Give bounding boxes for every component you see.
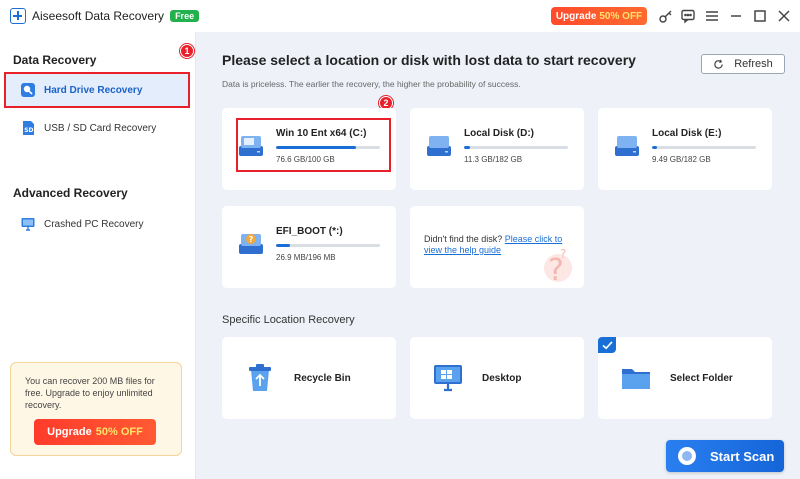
- disk-size: 11.3 GB/182 GB: [464, 155, 523, 164]
- promo-text: You can recover 200 MB files for free. U…: [25, 376, 155, 410]
- sidebar-item-label: USB / SD Card Recovery: [44, 122, 157, 134]
- sidebar-heading-data-recovery: Data Recovery: [13, 53, 97, 67]
- disk-name: Local Disk (E:): [652, 128, 722, 139]
- menu-icon[interactable]: [704, 8, 720, 24]
- refresh-label: Refresh: [734, 58, 773, 70]
- sd-card-icon: SD: [23, 121, 34, 135]
- sidebar-item-crashed-pc-recovery[interactable]: Crashed PC Recovery: [6, 208, 188, 240]
- disk-size: 26.9 MB/196 MB: [276, 253, 336, 262]
- location-label: Select Folder: [670, 372, 733, 384]
- location-card-desktop[interactable]: Desktop: [410, 337, 584, 419]
- upgrade-label: Upgrade: [555, 10, 597, 22]
- promo-upgrade-button[interactable]: Upgrade 50% OFF: [34, 419, 156, 445]
- disk-usage-fill: [464, 146, 471, 149]
- promo-upgrade-discount: 50% OFF: [95, 426, 143, 438]
- minimize-icon[interactable]: [728, 8, 744, 24]
- refresh-button[interactable]: Refresh: [701, 54, 785, 74]
- location-label: Desktop: [482, 372, 522, 384]
- disk-size: 9.49 GB/182 GB: [652, 155, 711, 164]
- location-label: Recycle Bin: [294, 372, 351, 384]
- upgrade-discount: 50% OFF: [599, 10, 643, 22]
- desktop-icon: [434, 365, 462, 392]
- hard-disk-icon: [615, 136, 639, 156]
- question-mark-icon: ? ?: [544, 247, 572, 284]
- sidebar-item-label: Hard Drive Recovery: [44, 84, 143, 96]
- disk-card-d[interactable]: Local Disk (D:) 11.3 GB/182 GB: [410, 108, 584, 190]
- recycle-bin-icon: [249, 364, 271, 391]
- app-logo-icon: [10, 8, 26, 24]
- key-icon[interactable]: [658, 8, 674, 24]
- close-icon[interactable]: [776, 8, 792, 24]
- page-title: Please select a location or disk with lo…: [222, 52, 636, 68]
- unknown-disk-icon: ?: [239, 234, 263, 254]
- disk-name: EFI_BOOT (*:): [276, 226, 343, 237]
- step-badge-1: 1: [180, 44, 194, 58]
- location-card-recycle-bin[interactable]: Recycle Bin: [222, 337, 396, 419]
- sidebar-item-hard-drive-recovery[interactable]: Hard Drive Recovery: [4, 72, 190, 108]
- disk-usage-bar: [276, 244, 380, 247]
- disk-card-e[interactable]: Local Disk (E:) 9.49 GB/182 GB: [598, 108, 772, 190]
- svg-text:?: ?: [560, 247, 566, 261]
- help-card: Didn't find the disk? Please click to vi…: [410, 206, 584, 288]
- maximize-icon[interactable]: [752, 8, 768, 24]
- free-badge: Free: [170, 10, 200, 22]
- hard-drive-icon: [21, 83, 35, 97]
- page-subtitle: Data is priceless. The earlier the recov…: [222, 79, 521, 89]
- svg-text:SD: SD: [24, 127, 33, 134]
- location-card-select-folder[interactable]: Select Folder: [598, 337, 772, 419]
- svg-text:?: ?: [249, 235, 254, 244]
- disk-name: Local Disk (D:): [464, 128, 535, 139]
- hard-disk-icon: [427, 136, 451, 156]
- app-title: Aiseesoft Data Recovery: [32, 9, 165, 23]
- check-icon: [598, 337, 616, 353]
- disk-card-efi-boot[interactable]: ? EFI_BOOT (*:) 26.9 MB/196 MB: [222, 206, 396, 288]
- sidebar: Data Recovery 1 Hard Drive Recovery SD U…: [0, 32, 196, 479]
- promo-upgrade-label: Upgrade: [47, 426, 92, 438]
- highlight-frame: [236, 118, 391, 172]
- upgrade-promo-box: You can recover 200 MB files for free. U…: [10, 362, 182, 456]
- disk-usage-fill: [276, 244, 291, 247]
- sidebar-heading-advanced-recovery: Advanced Recovery: [13, 186, 128, 200]
- sidebar-item-label: Crashed PC Recovery: [44, 218, 144, 230]
- disk-usage-fill: [652, 146, 658, 149]
- disk-usage-bar: [652, 146, 756, 149]
- refresh-icon: [714, 59, 723, 69]
- monitor-icon: [21, 218, 35, 231]
- start-scan-label: Start Scan: [710, 448, 775, 464]
- start-scan-button[interactable]: Start Scan: [666, 440, 784, 472]
- disk-usage-bar: [464, 146, 568, 149]
- feedback-icon[interactable]: [680, 8, 696, 24]
- folder-icon: [622, 369, 650, 389]
- sidebar-item-usb-sd-card-recovery[interactable]: SD USB / SD Card Recovery: [6, 112, 188, 144]
- upgrade-button[interactable]: Upgrade 50% OFF: [551, 7, 647, 25]
- specific-location-title: Specific Location Recovery: [222, 314, 355, 326]
- scan-icon: [678, 447, 696, 465]
- help-text: Didn't find the disk?: [424, 234, 503, 244]
